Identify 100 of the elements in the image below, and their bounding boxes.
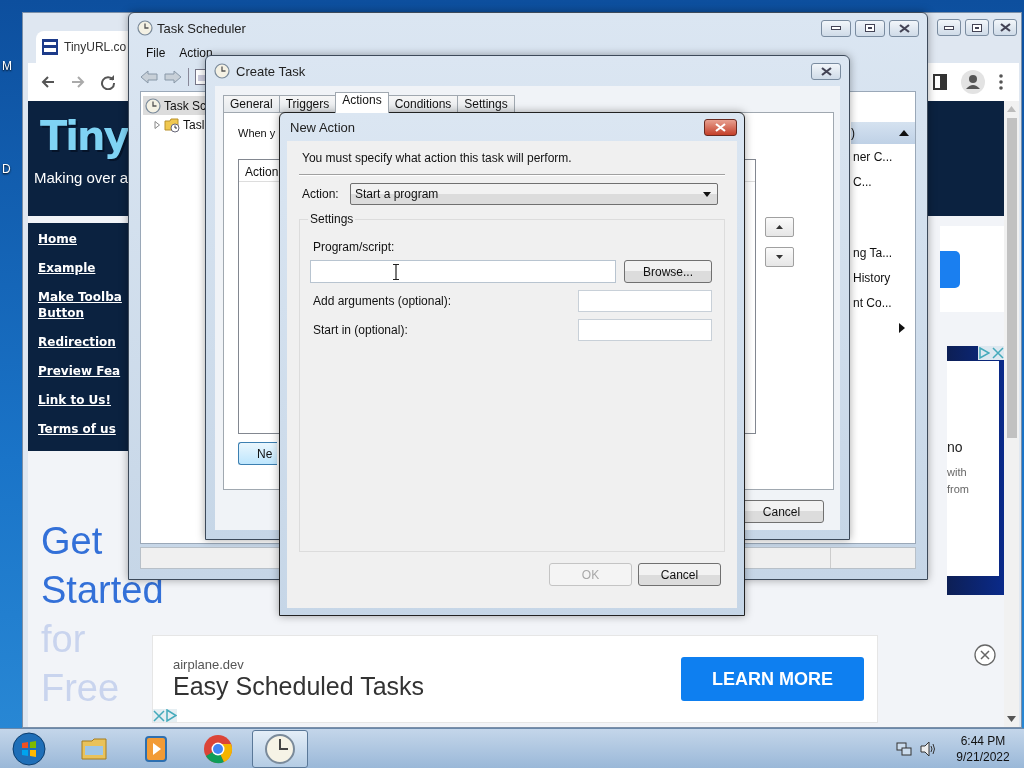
clock-time: 6:44 PM [959, 732, 1007, 749]
clock-icon [137, 20, 153, 36]
volume-icon[interactable] [920, 740, 936, 757]
action-dropdown[interactable]: Start a program [350, 183, 718, 205]
field-label: Action: [301, 187, 340, 201]
favicon-icon [42, 39, 58, 55]
group-label: Settings [308, 212, 356, 226]
close-button[interactable] [889, 19, 919, 37]
clock-date: 9/21/2022 [955, 748, 1011, 765]
text-input-field[interactable] [578, 319, 712, 341]
clock-icon [145, 97, 161, 114]
browse-button[interactable]: Browse... [624, 260, 712, 283]
actions-header-text: ) [851, 126, 855, 140]
close-button[interactable] [993, 19, 1017, 36]
new-button[interactable]: Ne [238, 442, 277, 465]
scrollbar-thumb[interactable] [1006, 118, 1017, 438]
dialog-title: New Action [290, 119, 356, 135]
ad-text: from [947, 482, 970, 497]
move-up-button[interactable] [765, 217, 794, 237]
window-title: Create Task [236, 63, 306, 79]
promo-text: Get [41, 519, 103, 564]
nav-link[interactable]: Preview Fea [38, 363, 131, 379]
promo-text: Started [41, 568, 164, 613]
clock-icon [214, 63, 230, 79]
menu-item[interactable]: File [146, 46, 166, 60]
nav-link[interactable]: Make Toolba Button [38, 289, 131, 321]
folder-clock-icon [164, 116, 180, 133]
tab[interactable]: Settings [457, 95, 515, 113]
clock[interactable]: 6:44 PM 9/21/2022 [950, 732, 1016, 765]
text-input-field[interactable] [578, 290, 712, 312]
reload-icon[interactable] [100, 74, 116, 90]
taskbar-app[interactable] [252, 729, 308, 768]
profile-icon[interactable] [961, 70, 985, 94]
pane-link[interactable]: ng Ta... [851, 240, 915, 265]
tab-title: TinyURL.co [64, 40, 127, 54]
tagline: Making over a [34, 169, 129, 186]
close-circle-icon[interactable] [974, 644, 996, 666]
tab[interactable]: Conditions [387, 95, 459, 113]
tree-item[interactable]: Tasl [143, 115, 207, 134]
instruction-text: You must specify what action this task will perform. [301, 151, 573, 165]
pane-link[interactable]: ner C... [851, 144, 915, 169]
nav-link[interactable]: Redirection [38, 334, 131, 350]
scroll-down-icon[interactable] [1007, 716, 1016, 722]
up-arrow-icon [776, 225, 783, 229]
nav-link[interactable]: Terms of us [38, 421, 131, 437]
down-arrow-icon [776, 255, 783, 259]
ad-headline: Easy Scheduled Tasks [173, 672, 426, 701]
start-orb-icon[interactable] [12, 731, 46, 766]
browser-tab[interactable]: TinyURL.co [36, 31, 128, 63]
maximize-button[interactable] [855, 19, 885, 37]
close-button[interactable] [811, 62, 841, 80]
dialog-button[interactable]: Cancel [638, 563, 721, 586]
close-icon [898, 23, 910, 33]
minimize-button[interactable] [821, 19, 851, 37]
close-icon [715, 122, 726, 132]
pane-link[interactable]: C... [851, 169, 915, 194]
cta-button[interactable] [940, 250, 960, 288]
tree-label: Tasl [183, 117, 205, 132]
close-button[interactable] [704, 118, 737, 136]
ad-text: with [947, 465, 968, 480]
nav-link[interactable]: Example [38, 260, 131, 276]
window-title: Task Scheduler [157, 20, 246, 36]
maximize-button[interactable] [965, 19, 989, 36]
extension-icon[interactable] [933, 74, 947, 90]
maximize-icon [972, 23, 982, 32]
ad-domain: airplane.dev [173, 657, 245, 672]
learn-more-button[interactable]: LEARN MORE [681, 657, 864, 701]
menu-item[interactable]: Action [179, 46, 213, 60]
field-label: Program/script: [312, 240, 396, 254]
nav-link[interactable]: Link to Us! [38, 392, 131, 408]
tree-item[interactable]: Task Sc [143, 96, 208, 115]
submenu-arrow-icon[interactable] [899, 322, 905, 333]
expand-triangle-icon[interactable] [153, 120, 161, 129]
actions-header[interactable]: ) [851, 122, 915, 144]
collapse-arrow-icon[interactable] [899, 130, 909, 136]
program-input-field[interactable] [310, 260, 616, 283]
pane-link[interactable]: nt Co... [851, 290, 915, 315]
tab[interactable]: Triggers [278, 95, 337, 113]
dropdown-arrow-icon [703, 191, 711, 197]
pane-link[interactable]: History [851, 265, 915, 290]
network-icon[interactable] [896, 740, 912, 757]
move-down-button[interactable] [765, 247, 794, 267]
intro-text: When y [238, 127, 276, 139]
field-label: Add arguments (optional): [313, 294, 452, 308]
back-icon[interactable] [40, 74, 56, 90]
tab[interactable]: Actions [335, 92, 389, 113]
chrome-icon [202, 732, 234, 765]
minimize-button[interactable] [937, 19, 961, 36]
text-cursor-icon [393, 264, 399, 280]
minimize-icon [831, 26, 841, 30]
desktop-icon-label[interactable]: D [2, 162, 11, 176]
desktop-icon-label[interactable]: M [2, 59, 12, 73]
tab[interactable]: General [223, 95, 280, 113]
site-logo[interactable]: Tiny [40, 113, 128, 159]
ad-text: no [947, 439, 964, 456]
menu-icon[interactable] [999, 74, 1003, 90]
close-icon [999, 23, 1011, 32]
nav-link[interactable]: Home [38, 231, 131, 247]
field-label: Start in (optional): [313, 323, 408, 337]
scrollbar[interactable] [1004, 101, 1019, 727]
